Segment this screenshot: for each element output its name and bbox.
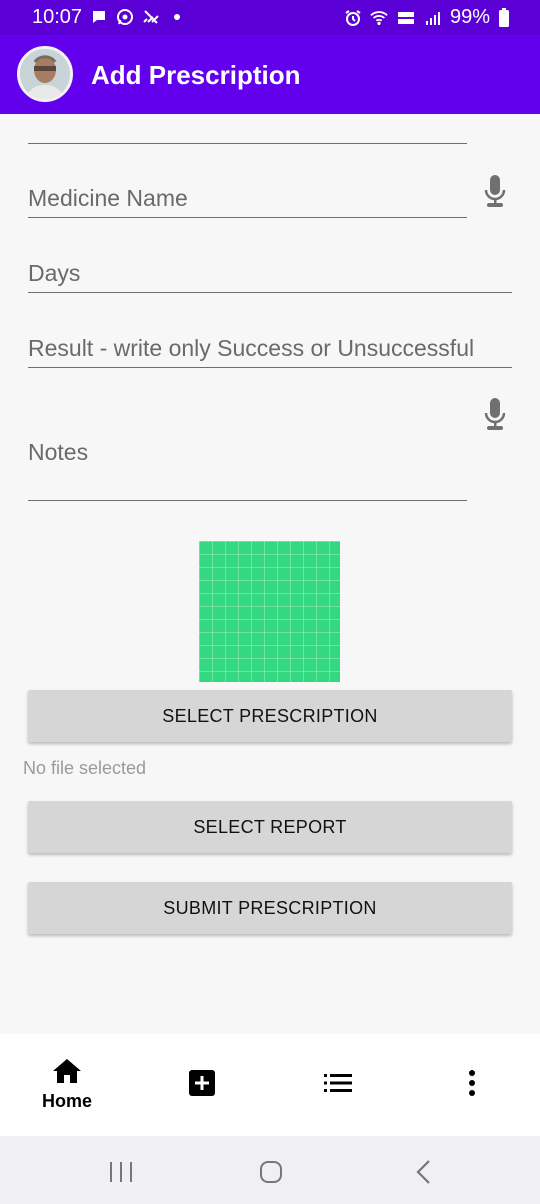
days-placeholder: Days bbox=[28, 260, 81, 286]
days-field[interactable]: Days bbox=[28, 245, 512, 293]
nav-item-more[interactable] bbox=[442, 1034, 502, 1136]
avatar[interactable] bbox=[17, 46, 73, 102]
recents-icon[interactable] bbox=[108, 1161, 134, 1188]
result-placeholder: Result - write only Success or Unsuccess… bbox=[28, 335, 475, 361]
result-field[interactable]: Result - write only Success or Unsuccess… bbox=[28, 320, 512, 368]
notes-field[interactable]: Notes bbox=[28, 425, 467, 501]
battery-percent: 99% bbox=[449, 6, 490, 28]
nav-item-add[interactable] bbox=[172, 1034, 232, 1136]
app-bar: Add Prescription bbox=[0, 35, 540, 114]
home-circle-icon[interactable] bbox=[259, 1160, 283, 1189]
field-underline bbox=[28, 366, 512, 368]
notes-placeholder: Notes bbox=[28, 439, 89, 465]
bottom-navigation: Home bbox=[0, 1034, 540, 1136]
wifi-icon bbox=[370, 9, 388, 27]
nav-item-home[interactable]: Home bbox=[27, 1034, 107, 1136]
top-field[interactable] bbox=[28, 114, 467, 144]
back-icon[interactable] bbox=[414, 1159, 432, 1190]
status-left-icons bbox=[90, 8, 186, 26]
notes-mic-icon[interactable] bbox=[483, 397, 507, 431]
medicine-name-field[interactable]: Medicine Name bbox=[28, 170, 467, 218]
field-underline bbox=[28, 291, 512, 293]
medicine-mic-icon[interactable] bbox=[483, 174, 507, 208]
submit-prescription-button[interactable]: SUBMIT PRESCRIPTION bbox=[28, 882, 512, 934]
volte-icon bbox=[396, 9, 416, 27]
dot-icon bbox=[168, 8, 186, 26]
field-underline bbox=[28, 499, 467, 501]
add-box-icon bbox=[189, 1069, 215, 1101]
page-title: Add Prescription bbox=[91, 60, 301, 90]
status-time: 10:07 bbox=[32, 6, 83, 28]
medicine-name-placeholder: Medicine Name bbox=[28, 185, 188, 211]
signal-slash-icon bbox=[142, 8, 160, 26]
status-right: 99% bbox=[344, 6, 510, 29]
field-underline bbox=[28, 216, 467, 218]
battery-icon bbox=[498, 7, 510, 27]
more-vert-icon bbox=[468, 1069, 476, 1101]
signal-icon bbox=[424, 9, 442, 27]
nav-home-label: Home bbox=[41, 1091, 92, 1111]
nav-item-list[interactable] bbox=[308, 1034, 368, 1136]
status-bar: 10:07 99% bbox=[0, 0, 540, 35]
select-report-button[interactable]: SELECT REPORT bbox=[28, 801, 512, 853]
home-icon bbox=[52, 1058, 82, 1089]
field-underline bbox=[28, 142, 467, 144]
whatsapp-icon bbox=[116, 8, 134, 26]
message-icon bbox=[90, 8, 108, 26]
alarm-icon bbox=[344, 9, 362, 27]
system-navigation-bar bbox=[0, 1136, 540, 1204]
select-prescription-button[interactable]: SELECT PRESCRIPTION bbox=[28, 690, 512, 742]
list-icon bbox=[324, 1073, 352, 1097]
file-status-text: No file selected bbox=[23, 758, 147, 778]
prescription-image-preview bbox=[199, 541, 340, 682]
